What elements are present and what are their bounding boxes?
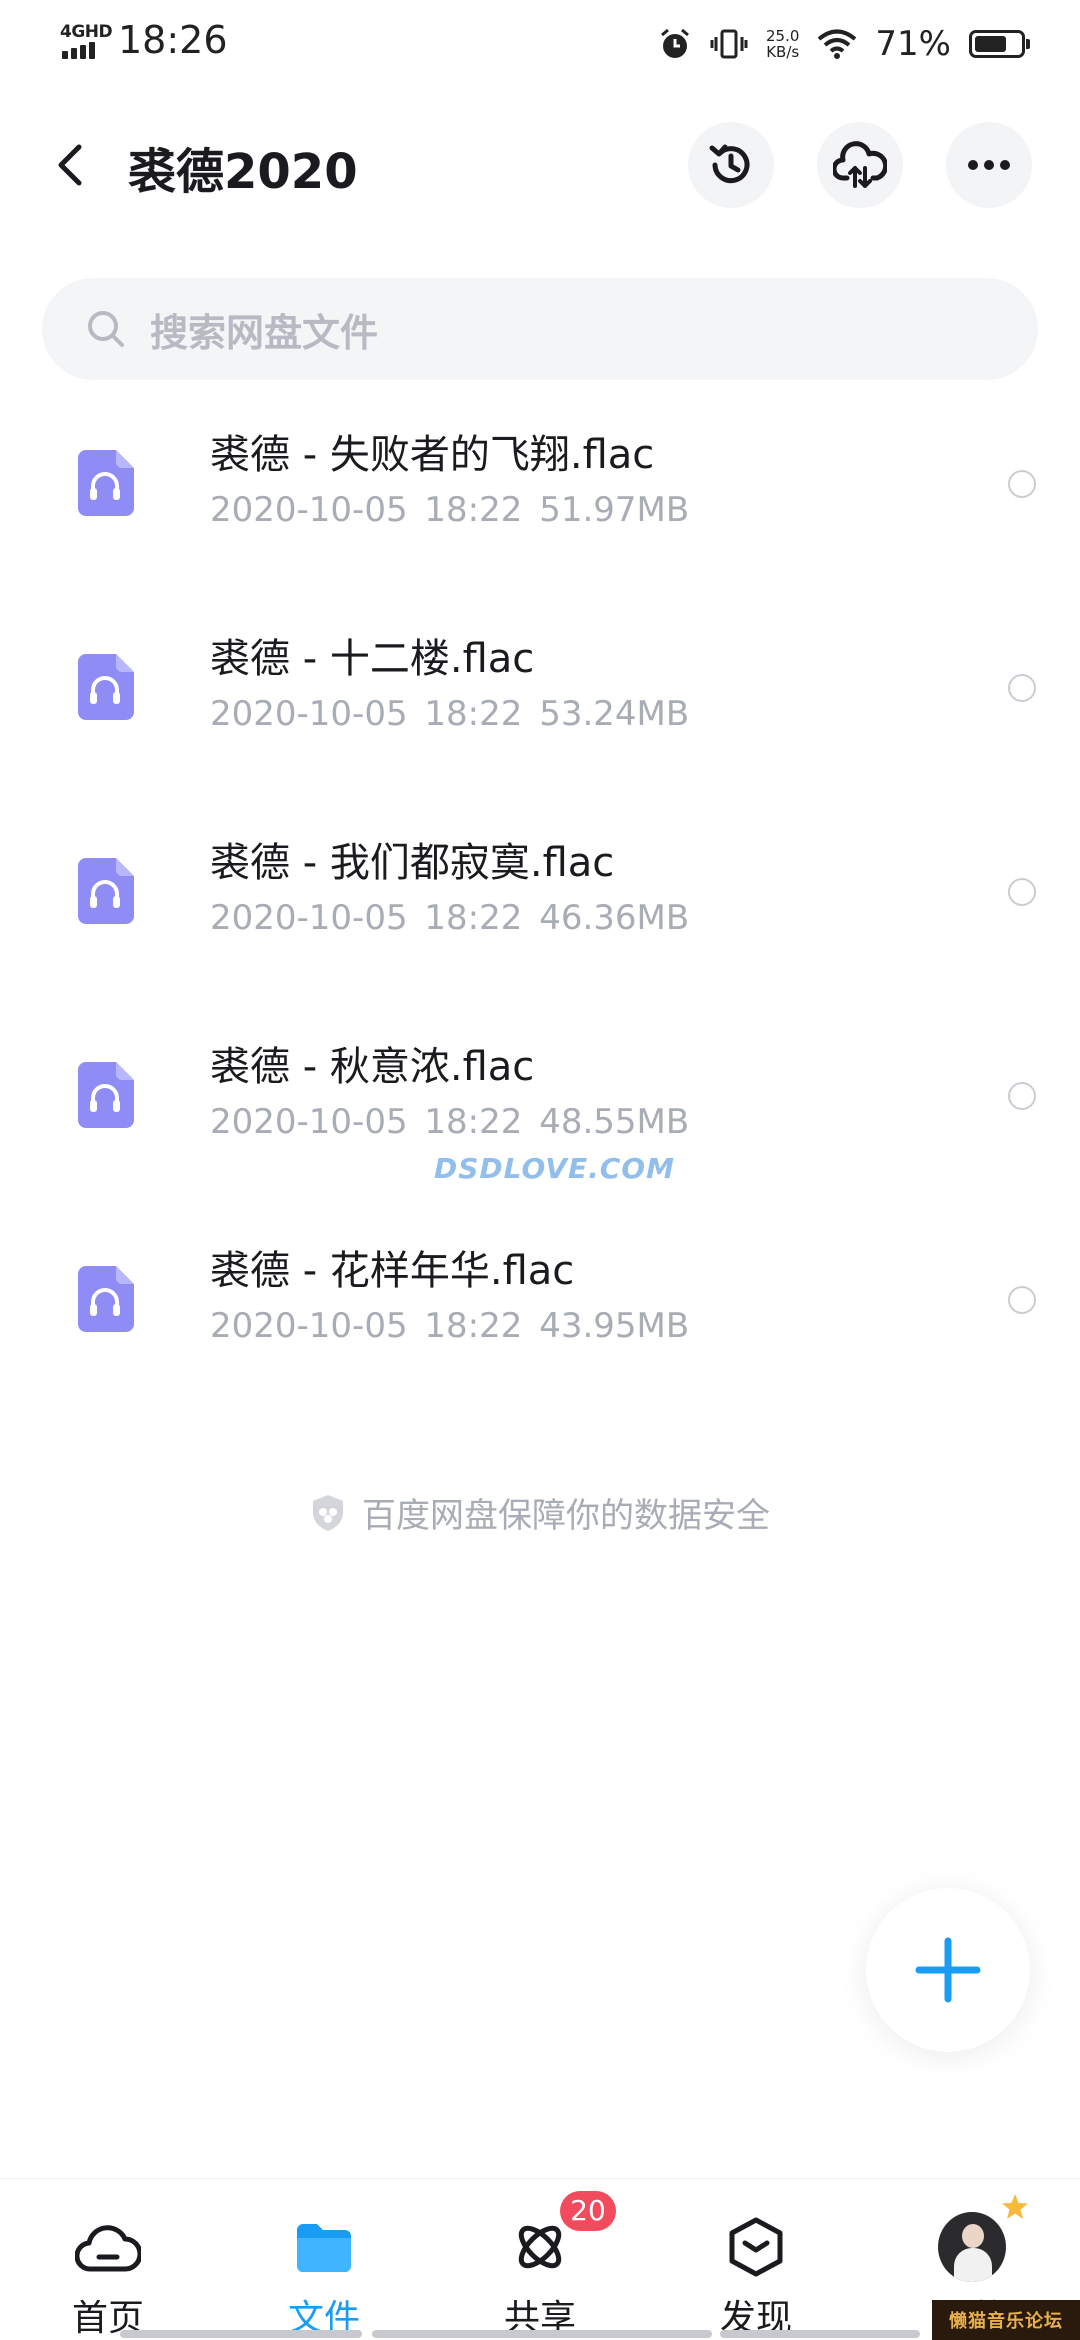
chevron-left-icon xyxy=(58,144,82,186)
back-button[interactable] xyxy=(40,130,100,200)
search-input[interactable]: 搜索网盘文件 xyxy=(42,278,1038,380)
gesture-bar xyxy=(372,2330,712,2338)
history-button[interactable] xyxy=(688,122,774,208)
file-name: 裘德 - 失败者的飞翔.flac xyxy=(210,432,655,478)
file-name: 裘德 - 花样年华.flac xyxy=(210,1248,575,1294)
file-row[interactable]: 裘德 - 失败者的飞翔.flac 2020-10-05 18:22 51.97M… xyxy=(0,400,1080,604)
corner-watermark: 懒猫音乐论坛 xyxy=(932,2300,1080,2340)
wifi-icon xyxy=(818,29,857,59)
file-list: 裘德 - 失败者的飞翔.flac 2020-10-05 18:22 51.97M… xyxy=(0,400,1080,1420)
star-icon xyxy=(1002,2194,1028,2219)
file-name: 裘德 - 十二楼.flac xyxy=(210,636,535,682)
audio-file-icon xyxy=(78,858,134,924)
select-checkbox[interactable] xyxy=(1008,1082,1036,1110)
cloud-transfer-button[interactable] xyxy=(817,122,903,208)
file-meta: 2020-10-05 18:22 43.95MB xyxy=(210,1306,689,1346)
select-checkbox[interactable] xyxy=(1008,674,1036,702)
shield-icon xyxy=(313,1494,343,1531)
gesture-bar xyxy=(720,2330,920,2338)
file-date: 2020-10-05 xyxy=(210,1102,408,1142)
file-row[interactable]: 裘德 - 我们都寂寞.flac 2020-10-05 18:22 46.36MB xyxy=(0,808,1080,1012)
alarm-icon xyxy=(661,28,689,58)
share-badge: 20 xyxy=(560,2191,616,2231)
cloud-transfer-icon xyxy=(833,141,887,188)
file-time: 18:22 xyxy=(424,1306,523,1346)
vibrate-icon xyxy=(710,29,748,59)
file-size: 48.55MB xyxy=(539,1102,690,1142)
watermark: DSDLOVE.COM xyxy=(434,1152,675,1185)
tab-home[interactable]: 首页 xyxy=(0,2179,216,2340)
audio-file-icon xyxy=(78,654,134,720)
file-row[interactable]: 裘德 - 十二楼.flac 2020-10-05 18:22 53.24MB xyxy=(0,604,1080,808)
audio-file-icon xyxy=(78,450,134,516)
cloud-icon xyxy=(75,2225,141,2272)
search-icon xyxy=(88,311,124,347)
discover-cube-icon xyxy=(729,2217,783,2277)
search-placeholder: 搜索网盘文件 xyxy=(150,310,379,355)
select-checkbox[interactable] xyxy=(1008,1286,1036,1314)
file-date: 2020-10-05 xyxy=(210,898,408,938)
select-checkbox[interactable] xyxy=(1008,878,1036,906)
file-name: 裘德 - 秋意浓.flac xyxy=(210,1044,535,1090)
signal-icon: 4GHD xyxy=(60,22,113,62)
safety-note: 百度网盘保障你的数据安全 xyxy=(0,1488,1080,1537)
file-meta: 2020-10-05 18:22 53.24MB xyxy=(210,694,689,734)
tab-share[interactable]: 20 共享 xyxy=(432,2179,648,2340)
network-speed: 25.0 KB/s xyxy=(766,27,800,61)
more-dots-icon xyxy=(968,160,1010,170)
file-size: 53.24MB xyxy=(539,694,690,734)
folder-icon xyxy=(297,2224,351,2272)
network-type: 4GHD xyxy=(60,22,113,42)
more-button[interactable] xyxy=(946,122,1032,208)
file-size: 51.97MB xyxy=(539,490,690,530)
file-time: 18:22 xyxy=(424,1102,523,1142)
battery-icon xyxy=(969,30,1030,58)
file-meta: 2020-10-05 18:22 51.97MB xyxy=(210,490,689,530)
tab-files[interactable]: 文件 xyxy=(216,2179,432,2340)
file-row[interactable]: 裘德 - 秋意浓.flac 2020-10-05 18:22 48.55MB xyxy=(0,1012,1080,1216)
file-date: 2020-10-05 xyxy=(210,1306,408,1346)
plus-icon xyxy=(915,1937,981,2003)
share-orbit-icon xyxy=(518,2225,562,2269)
add-button[interactable] xyxy=(866,1888,1030,2052)
file-name: 裘德 - 我们都寂寞.flac xyxy=(210,840,615,886)
file-size: 43.95MB xyxy=(539,1306,690,1346)
tab-bar: 首页 文件 20 共享 发现 xyxy=(0,2178,1080,2340)
file-date: 2020-10-05 xyxy=(210,694,408,734)
file-time: 18:22 xyxy=(424,898,523,938)
safety-text: 百度网盘保障你的数据安全 xyxy=(362,1496,770,1536)
gesture-bar xyxy=(120,2330,362,2338)
file-row[interactable]: 裘德 - 花样年华.flac 2020-10-05 18:22 43.95MB xyxy=(0,1216,1080,1420)
file-date: 2020-10-05 xyxy=(210,490,408,530)
file-size: 46.36MB xyxy=(539,898,690,938)
file-meta: 2020-10-05 18:22 46.36MB xyxy=(210,898,689,938)
file-meta: 2020-10-05 18:22 48.55MB xyxy=(210,1102,689,1142)
status-time: 18:26 xyxy=(118,18,228,62)
history-icon xyxy=(709,144,750,184)
tab-discover[interactable]: 发现 xyxy=(648,2179,864,2340)
file-time: 18:22 xyxy=(424,490,523,530)
audio-file-icon xyxy=(78,1062,134,1128)
battery-percent: 71% xyxy=(875,24,951,64)
file-time: 18:22 xyxy=(424,694,523,734)
status-bar: 4GHD 18:26 25.0 KB/s 71% xyxy=(0,0,1080,90)
select-checkbox[interactable] xyxy=(1008,470,1036,498)
audio-file-icon xyxy=(78,1266,134,1332)
avatar xyxy=(938,2212,1006,2282)
header: 裘德2020 xyxy=(0,100,1080,230)
page-title: 裘德2020 xyxy=(128,144,358,200)
